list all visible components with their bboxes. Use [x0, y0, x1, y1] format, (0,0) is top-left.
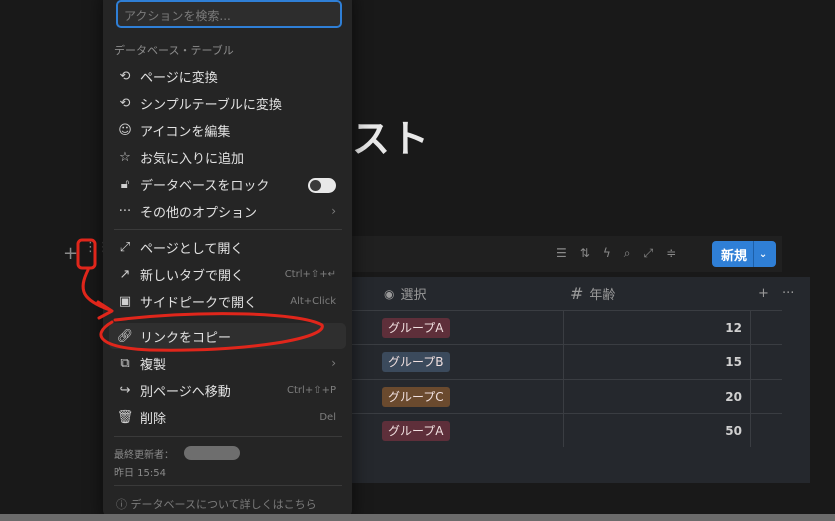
drag-handle-icon[interactable]: ⋮⋮	[84, 241, 110, 254]
menu-item-side-peek[interactable]: ▣ サイドピークで開く Alt+Click	[109, 288, 346, 314]
table-row[interactable]: グループA 12	[352, 310, 782, 345]
menu-item-lock-database[interactable]: 🔓︎ データベースをロック	[109, 171, 346, 197]
more-icon[interactable]: ···	[782, 277, 794, 310]
menu-item-more-options[interactable]: ··· その他のオプション ›	[109, 198, 346, 224]
chevron-down-icon[interactable]: ⌄	[753, 241, 772, 267]
age-cell[interactable]: 50	[725, 424, 742, 438]
menu-item-add-favorite[interactable]: ☆ お気に入りに追加	[109, 144, 346, 170]
shortcut-hint: Ctrl+⇧+↵	[284, 268, 336, 280]
redacted-username	[184, 446, 240, 460]
search-placeholder: アクションを検索...	[124, 9, 231, 23]
chevron-right-icon: ›	[331, 356, 336, 370]
table-row[interactable]: グループA 50	[352, 413, 782, 448]
settings-icon[interactable]: ≑	[666, 246, 676, 261]
block-action-menu: アクションを検索... データベース・テーブル ⟲ ページに変換 ⟲ シンプルテ…	[103, 0, 352, 518]
column-header-select[interactable]: ◉ 選択	[384, 277, 427, 310]
move-arrow-icon: ↪	[119, 382, 131, 398]
convert-icon: ⟲	[119, 68, 131, 84]
menu-item-label: リンクをコピー	[140, 330, 232, 346]
star-icon: ☆	[119, 149, 131, 165]
menu-divider	[114, 485, 342, 486]
shortcut-hint: Ctrl+⇧+P	[287, 384, 336, 396]
expand-icon[interactable]: ⤢	[643, 246, 653, 261]
select-tag[interactable]: グループB	[382, 352, 450, 372]
menu-item-label: お気に入りに追加	[140, 151, 245, 167]
menu-item-label: シンプルテーブルに変換	[140, 97, 282, 113]
menu-item-open-new-tab[interactable]: ↗ 新しいタブで開く Ctrl+⇧+↵	[109, 261, 346, 287]
help-icon: ⓘ	[116, 498, 131, 511]
menu-item-copy-link[interactable]: 🔗︎ リンクをコピー	[109, 323, 346, 349]
menu-item-edit-icon[interactable]: ☺ アイコンを編集	[109, 117, 346, 143]
select-property-icon: ◉	[384, 286, 395, 301]
menu-item-label: ページとして開く	[140, 241, 244, 257]
lock-toggle[interactable]	[308, 178, 336, 193]
unlock-icon: 🔓︎	[120, 176, 130, 192]
duplicate-icon: ⧉	[120, 355, 130, 371]
database-toolbar: ☰ ⇅ ϟ ⌕ ⤢ ≑ 新規 ⌄	[352, 236, 782, 272]
menu-section-label: データベース・テーブル	[114, 44, 234, 57]
action-search-input[interactable]: アクションを検索...	[116, 0, 342, 28]
menu-item-delete[interactable]: 🗑︎ 削除 Del	[109, 404, 346, 430]
menu-divider	[114, 436, 342, 437]
shortcut-hint: Alt+Click	[290, 295, 336, 307]
learn-more-link[interactable]: ⓘ データベースについて詳しくはこちら	[116, 496, 317, 512]
expand-icon: ⤢	[119, 239, 131, 255]
side-peek-icon: ▣	[118, 293, 132, 309]
menu-item-convert-to-simple-table[interactable]: ⟲ シンプルテーブルに変換	[109, 90, 346, 116]
table-row[interactable]: グループB 15	[352, 344, 782, 379]
database-table: ◉ 選択 # 年齢 + ··· グループA 12 グループB 15 グループC …	[352, 277, 810, 483]
menu-item-label: 複製	[140, 357, 167, 373]
learn-more-label: データベースについて詳しくはこちら	[130, 498, 317, 511]
page-title: スト	[352, 117, 431, 161]
column-label: 選択	[400, 288, 427, 303]
column-header-age[interactable]: # 年齢	[570, 277, 615, 310]
link-icon: 🔗︎	[116, 328, 134, 344]
chevron-right-icon: ›	[331, 204, 336, 218]
trash-icon: 🗑︎	[116, 409, 134, 425]
last-edited-label: 最終更新者：	[114, 450, 174, 461]
select-tag[interactable]: グループC	[382, 387, 450, 407]
select-tag[interactable]: グループA	[382, 318, 450, 338]
menu-item-label: その他のオプション	[140, 205, 258, 221]
menu-item-label: アイコンを編集	[140, 124, 231, 140]
sort-icon[interactable]: ⇅	[580, 246, 590, 261]
age-cell[interactable]: 15	[725, 355, 742, 369]
toolbar-icons: ☰ ⇅ ϟ ⌕ ⤢ ≑	[556, 246, 676, 261]
bottom-bar	[0, 514, 835, 521]
convert-icon: ⟲	[119, 95, 131, 111]
add-block-icon[interactable]: +	[63, 243, 78, 264]
column-label: 年齢	[589, 288, 616, 303]
smiley-icon: ☺	[118, 122, 132, 138]
filter-icon[interactable]: ☰	[556, 246, 567, 261]
table-row[interactable]: グループC 20	[352, 379, 782, 414]
age-cell[interactable]: 20	[725, 390, 742, 404]
menu-item-open-as-page[interactable]: ⤢ ページとして開く	[109, 234, 346, 260]
number-property-icon: #	[570, 284, 584, 303]
menu-item-duplicate[interactable]: ⧉ 複製 ›	[109, 350, 346, 376]
menu-item-label: 削除	[140, 411, 167, 427]
select-tag[interactable]: グループA	[382, 421, 450, 441]
ellipsis-icon: ···	[118, 203, 132, 219]
menu-item-convert-to-page[interactable]: ⟲ ページに変換	[109, 63, 346, 89]
menu-item-label: データベースをロック	[140, 178, 270, 194]
new-button[interactable]: 新規 ⌄	[712, 241, 776, 267]
age-cell[interactable]: 12	[725, 321, 742, 335]
menu-divider	[114, 229, 342, 230]
new-button-label: 新規	[721, 248, 748, 264]
menu-item-label: 別ページへ移動	[140, 384, 231, 400]
menu-item-label: サイドピークで開く	[140, 295, 258, 311]
last-edited-time: 昨日 15:54	[114, 468, 166, 479]
menu-item-label: ページに変換	[140, 70, 218, 86]
menu-item-move-to[interactable]: ↪ 別ページへ移動 Ctrl+⇧+P	[109, 377, 346, 403]
automation-icon[interactable]: ϟ	[603, 246, 611, 261]
shortcut-hint: Del	[319, 411, 336, 423]
search-icon[interactable]: ⌕	[624, 246, 631, 261]
add-column-icon[interactable]: +	[758, 277, 769, 310]
menu-item-label: 新しいタブで開く	[140, 268, 245, 284]
arrow-up-right-icon: ↗	[119, 266, 131, 282]
